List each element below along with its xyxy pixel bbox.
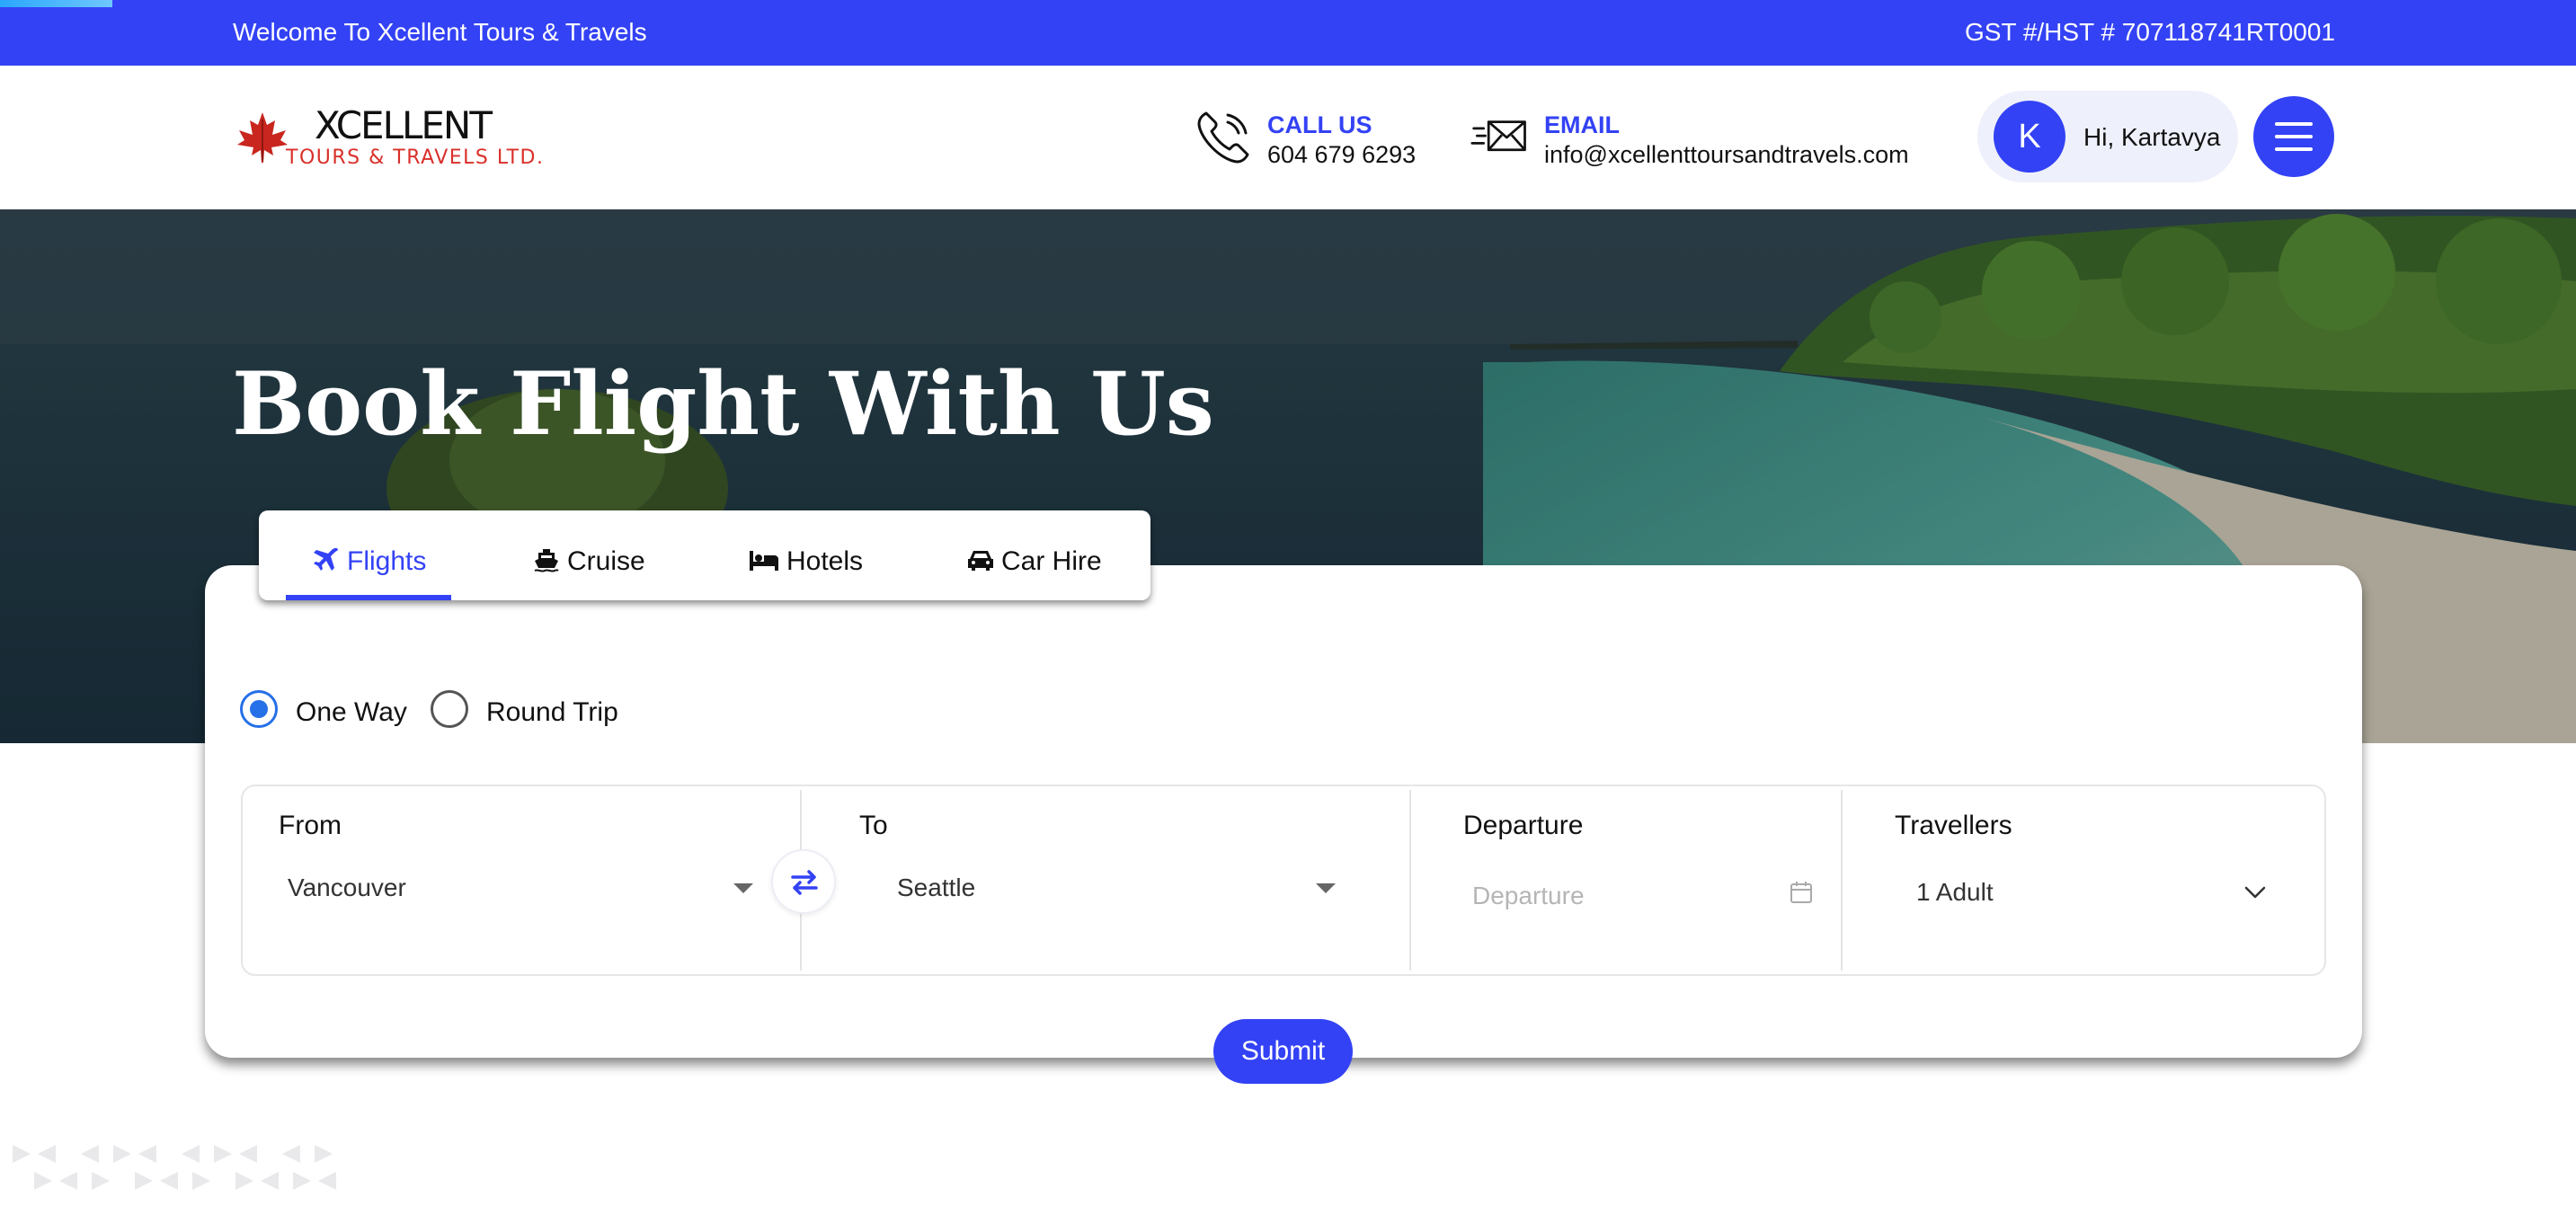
bed-icon bbox=[750, 551, 778, 571]
logo[interactable]: XCELLENT TOURS & TRAVELS LTD. bbox=[235, 102, 559, 173]
departure-label: Departure bbox=[1463, 811, 1584, 840]
travellers-field[interactable]: Travellers 1 Adult bbox=[1843, 786, 2324, 974]
top-accent-strip bbox=[0, 0, 112, 7]
maple-leaf-icon bbox=[237, 112, 288, 163]
site-header: XCELLENT TOURS & TRAVELS LTD. CALL US 60… bbox=[0, 66, 2576, 209]
welcome-text: Welcome To Xcellent Tours & Travels bbox=[233, 18, 647, 46]
from-field[interactable]: From Vancouver bbox=[243, 786, 800, 974]
one-way-label: One Way bbox=[296, 697, 407, 727]
flight-search-fields: From Vancouver To Seattle Departure Depa… bbox=[241, 785, 2326, 976]
envelope-icon bbox=[1470, 120, 1526, 152]
departure-date-input[interactable]: Departure bbox=[1472, 882, 1585, 910]
user-greeting: Hi, Kartavya bbox=[2083, 123, 2221, 151]
trip-one-way[interactable]: One Way bbox=[240, 690, 420, 730]
car-icon bbox=[968, 551, 993, 571]
booking-tabs: Flights Cruise Hotels Car Hire bbox=[259, 510, 1150, 600]
submit-button[interactable]: Submit bbox=[1213, 1019, 1353, 1084]
tab-hotels-label: Hotels bbox=[786, 546, 864, 576]
tab-cruise[interactable]: Cruise bbox=[533, 510, 659, 600]
tab-car-hire-label: Car Hire bbox=[1001, 546, 1102, 576]
tab-cruise-label: Cruise bbox=[567, 546, 645, 576]
one-way-radio[interactable] bbox=[240, 690, 278, 728]
tab-flights[interactable]: Flights bbox=[286, 510, 451, 600]
to-dropdown-caret-icon[interactable] bbox=[1316, 883, 1336, 893]
email-block[interactable]: EMAIL info@xcellenttoursandtravels.com bbox=[1470, 108, 1938, 171]
calendar-icon[interactable] bbox=[1789, 880, 1814, 905]
phone-icon bbox=[1197, 111, 1249, 164]
tab-hotels[interactable]: Hotels bbox=[749, 510, 875, 600]
email-label: EMAIL bbox=[1544, 111, 1620, 138]
to-label: To bbox=[859, 811, 888, 840]
hamburger-icon-line bbox=[2275, 147, 2313, 151]
email-address[interactable]: info@xcellenttoursandtravels.com bbox=[1544, 141, 1909, 169]
top-bar: Welcome To Xcellent Tours & Travels GST … bbox=[0, 0, 2576, 66]
trip-round-trip[interactable]: Round Trip bbox=[431, 690, 646, 730]
plane-icon bbox=[314, 547, 338, 571]
hamburger-icon-line bbox=[2275, 135, 2313, 138]
logo-brand-name: XCELLENT bbox=[315, 103, 493, 147]
tab-car-hire[interactable]: Car Hire bbox=[967, 510, 1111, 600]
user-account-button[interactable]: K Hi, Kartavya bbox=[1977, 91, 2238, 182]
departure-field[interactable]: Departure Departure bbox=[1411, 786, 1841, 974]
avatar: K bbox=[1994, 101, 2065, 173]
chevron-down-icon[interactable] bbox=[2243, 883, 2267, 901]
tab-flights-label: Flights bbox=[347, 546, 427, 576]
from-label: From bbox=[279, 811, 342, 840]
from-select[interactable]: Vancouver bbox=[288, 873, 406, 902]
page-title: Book Flight With Us bbox=[232, 353, 1214, 455]
to-field[interactable]: To Seattle bbox=[802, 786, 1409, 974]
decorative-triangle-pattern bbox=[13, 1145, 336, 1190]
ship-icon bbox=[534, 549, 559, 572]
from-dropdown-caret-icon[interactable] bbox=[733, 883, 753, 893]
travellers-select[interactable]: 1 Adult bbox=[1916, 878, 1994, 907]
menu-button[interactable] bbox=[2253, 96, 2334, 177]
gst-number: GST #/HST # 707118741RT0001 bbox=[1965, 18, 2335, 46]
round-trip-radio[interactable] bbox=[431, 690, 468, 728]
logo-brand-subtitle: TOURS & TRAVELS LTD. bbox=[286, 146, 545, 169]
to-select[interactable]: Seattle bbox=[897, 873, 975, 902]
round-trip-label: Round Trip bbox=[486, 697, 618, 727]
phone-number[interactable]: 604 679 6293 bbox=[1267, 141, 1416, 169]
travellers-label: Travellers bbox=[1895, 811, 2012, 840]
call-us-label: CALL US bbox=[1267, 111, 1372, 138]
call-us-block[interactable]: CALL US 604 679 6293 bbox=[1194, 108, 1463, 171]
hamburger-icon bbox=[2275, 122, 2313, 126]
